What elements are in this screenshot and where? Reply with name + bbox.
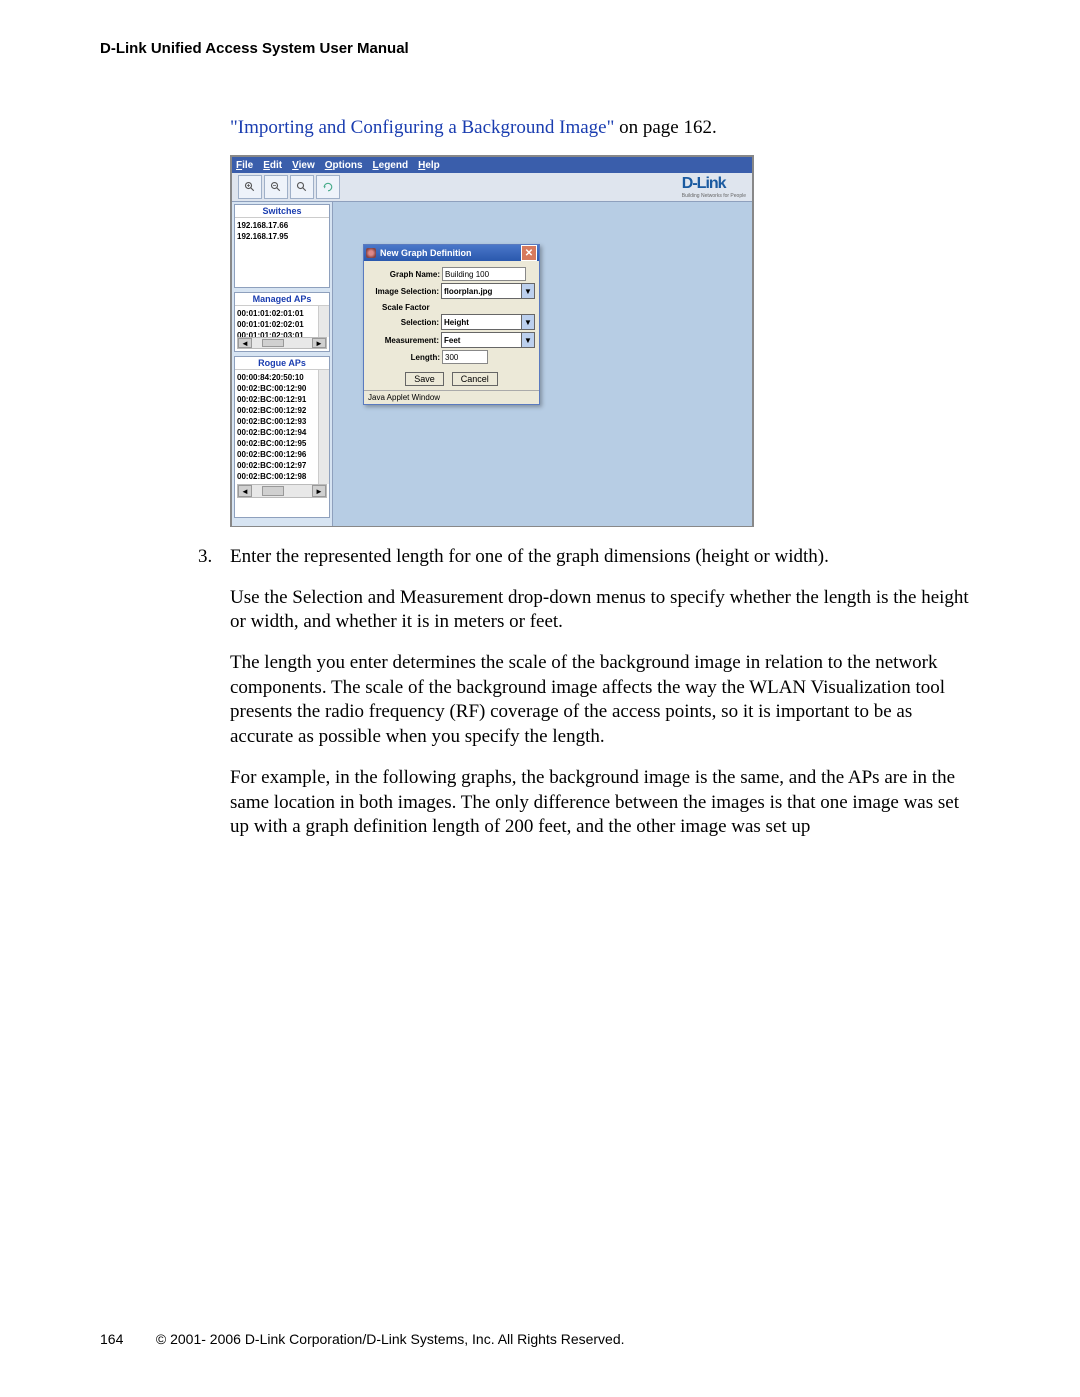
rogue-ap-item[interactable]: 00:02:BC:00:12:95 (237, 438, 327, 449)
graph-canvas[interactable]: New Graph Definition ✕ Graph Name: Image… (333, 202, 752, 526)
selection-label: Selection: (368, 318, 441, 327)
step-3: 3. Enter the represented length for one … (230, 545, 980, 570)
step-number: 3. (198, 545, 212, 570)
length-label: Length: (368, 353, 442, 362)
managed-ap-item[interactable]: 00:01:01:02:03:01 (237, 330, 327, 337)
rogue-ap-item[interactable]: 00:02:BC:00:12:96 (237, 449, 327, 460)
rogue-ap-item[interactable]: 00:02:BC:00:12:97 (237, 460, 327, 471)
close-icon[interactable]: ✕ (521, 245, 537, 261)
rogue-ap-item[interactable]: 00:02:BC:00:12:94 (237, 427, 327, 438)
panel-rogue-aps: Rogue APs 00:00:84:20:50:10 00:02:BC:00:… (234, 356, 330, 518)
menu-legend[interactable]: Legend (373, 160, 409, 171)
scrollbar-horizontal[interactable]: ◄► (237, 337, 327, 349)
chevron-down-icon: ▼ (521, 284, 534, 298)
page-number: 164 (100, 1331, 152, 1347)
measurement-label: Measurement: (368, 336, 441, 345)
switch-item[interactable]: 192.168.17.66 (237, 220, 327, 231)
menu-edit[interactable]: Edit (263, 160, 282, 171)
panel-switches: Switches 192.168.17.66 192.168.17.95 (234, 204, 330, 288)
page-footer: 164 © 2001- 2006 D-Link Corporation/D-Li… (100, 1331, 980, 1347)
menu-help[interactable]: Help (418, 160, 440, 171)
refresh-icon[interactable] (316, 175, 340, 199)
menu-view[interactable]: View (292, 160, 315, 171)
toolbar: D-Link Building Networks for People (232, 173, 752, 202)
embedded-screenshot: File Edit View Options Legend Help D-Lin… (230, 155, 754, 527)
image-selection-dropdown[interactable]: floorplan.jpg▼ (441, 283, 535, 299)
save-button[interactable]: Save (405, 372, 444, 386)
scrollbar-vertical[interactable] (318, 306, 329, 337)
dialog-status: Java Applet Window (364, 390, 539, 404)
dlink-logo: D-Link Building Networks for People (682, 175, 746, 199)
java-icon (366, 248, 376, 258)
scrollbar-vertical[interactable] (318, 370, 329, 484)
selection-dropdown[interactable]: Height▼ (441, 314, 535, 330)
dialog-titlebar[interactable]: New Graph Definition ✕ (364, 245, 539, 261)
managed-ap-item[interactable]: 00:01:01:02:02:01 (237, 319, 327, 330)
menubar: File Edit View Options Legend Help (232, 157, 752, 173)
rogue-ap-item[interactable]: 00:02:BC:00:12:91 (237, 394, 327, 405)
chevron-down-icon: ▼ (521, 333, 534, 347)
paragraph: The length you enter determines the scal… (230, 651, 980, 750)
image-selection-label: Image Selection: (368, 287, 441, 296)
panel-title-managed: Managed APs (235, 293, 329, 306)
paragraph: Use the Selection and Measurement drop-d… (230, 586, 980, 635)
managed-ap-item[interactable]: 00:01:01:02:01:01 (237, 308, 327, 319)
menu-options[interactable]: Options (325, 160, 363, 171)
rogue-ap-item[interactable]: 00:00:84:20:50:10 (237, 372, 327, 383)
copyright: © 2001- 2006 D-Link Corporation/D-Link S… (156, 1331, 625, 1347)
graph-name-input[interactable] (442, 267, 526, 281)
sidebar: Switches 192.168.17.66 192.168.17.95 Man… (232, 202, 333, 526)
panel-title-switches: Switches (235, 205, 329, 218)
cross-reference: "Importing and Configuring a Background … (230, 117, 980, 139)
menu-file[interactable]: File (236, 160, 253, 171)
panel-managed-aps: Managed APs 00:01:01:02:01:01 00:01:01:0… (234, 292, 330, 352)
graph-name-label: Graph Name: (368, 270, 442, 279)
switch-item[interactable]: 192.168.17.95 (237, 231, 327, 242)
length-input[interactable] (442, 350, 488, 364)
new-graph-dialog: New Graph Definition ✕ Graph Name: Image… (363, 244, 540, 405)
paragraph: For example, in the following graphs, th… (230, 766, 980, 840)
scrollbar-horizontal[interactable]: ◄► (237, 484, 327, 498)
link-text[interactable]: "Importing and Configuring a Background … (230, 117, 614, 138)
panel-title-rogue: Rogue APs (235, 357, 329, 370)
page-header: D-Link Unified Access System User Manual (100, 40, 980, 57)
zoom-out-icon[interactable] (264, 175, 288, 199)
measurement-dropdown[interactable]: Feet▼ (441, 332, 535, 348)
rogue-ap-item[interactable]: 00:02:BC:00:12:93 (237, 416, 327, 427)
zoom-in-icon[interactable] (238, 175, 262, 199)
rogue-ap-item[interactable]: 00:02:BC:00:12:98 (237, 471, 327, 482)
zoom-reset-icon[interactable] (290, 175, 314, 199)
scale-factor-label: Scale Factor (368, 303, 535, 312)
cancel-button[interactable]: Cancel (452, 372, 498, 386)
chevron-down-icon: ▼ (521, 315, 534, 329)
rogue-ap-item[interactable]: 00:02:BC:00:12:90 (237, 383, 327, 394)
rogue-ap-item[interactable]: 00:02:BC:00:12:92 (237, 405, 327, 416)
